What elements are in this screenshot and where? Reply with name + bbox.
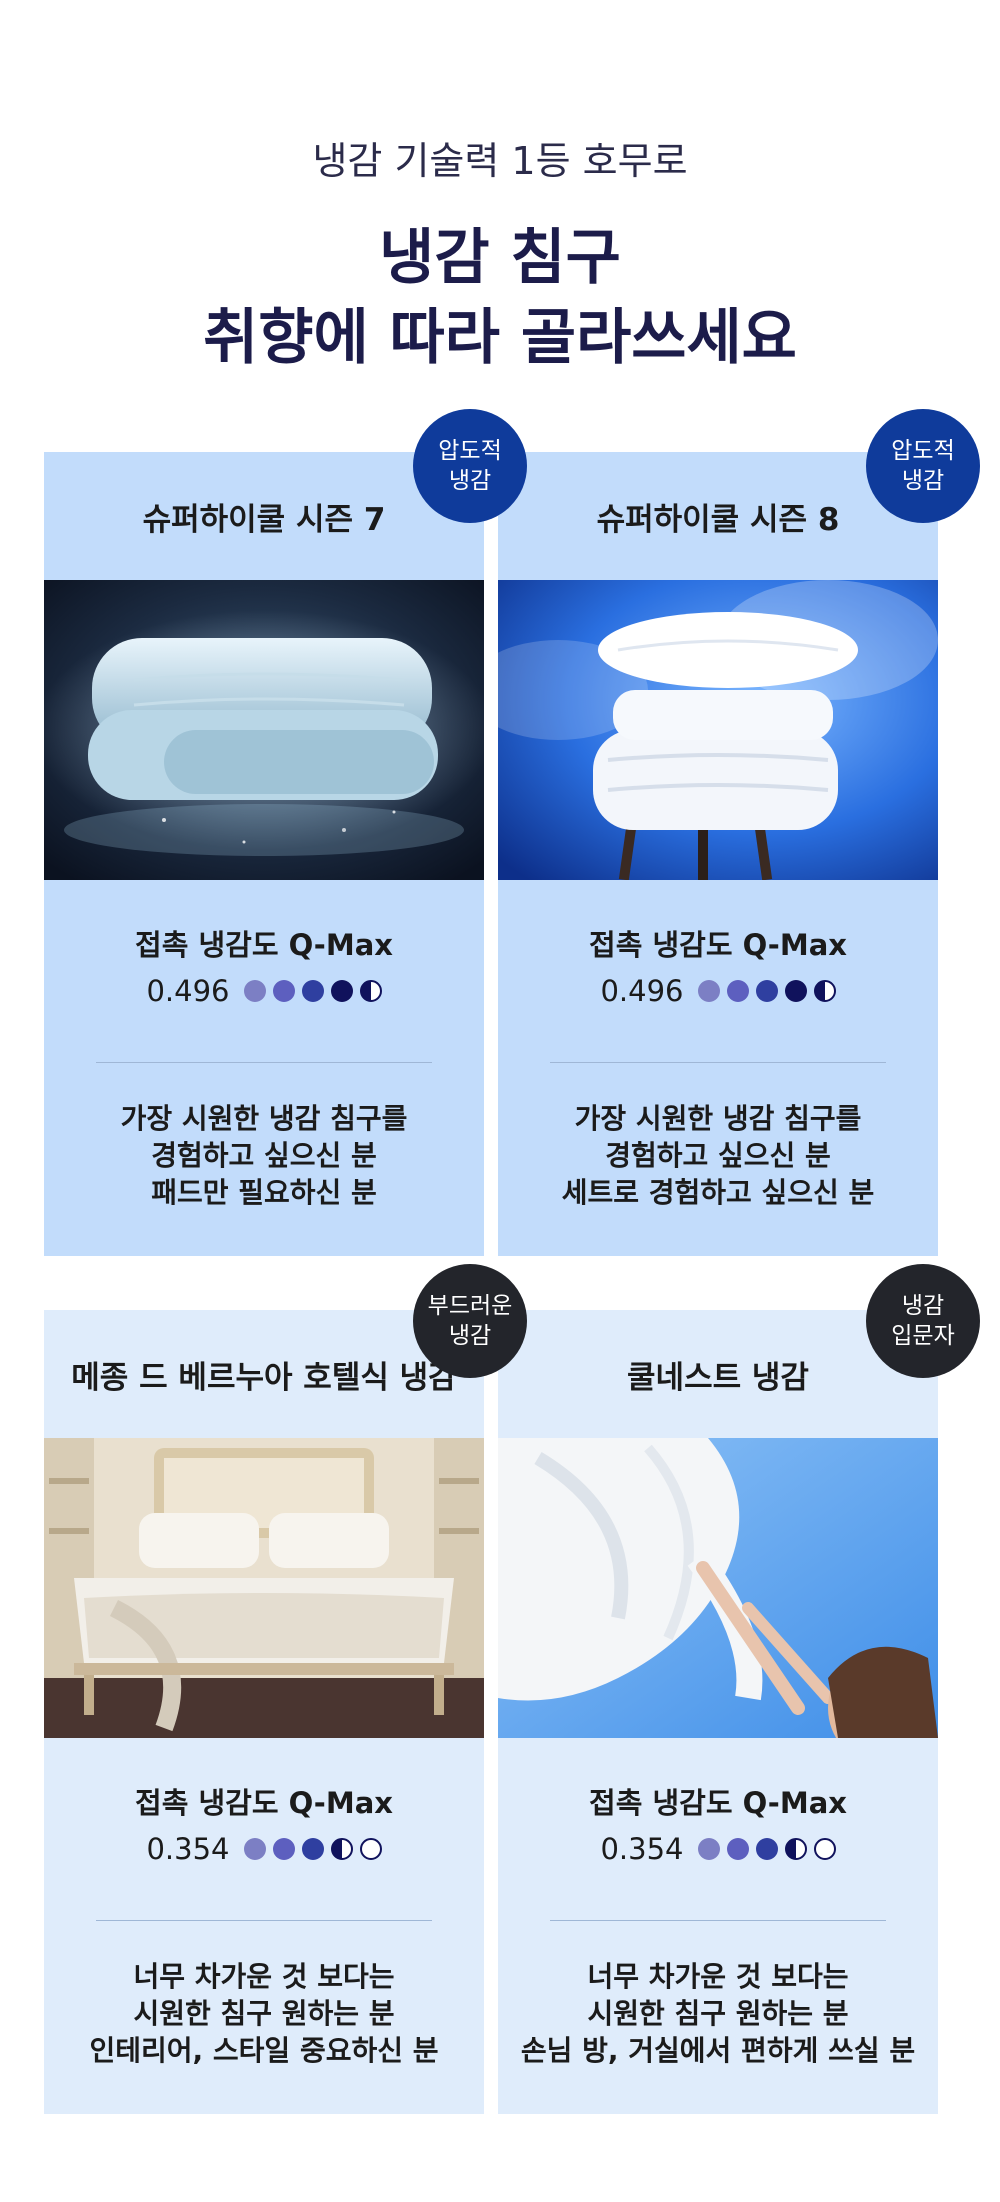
product-description: 가장 시원한 냉감 침구를 경험하고 싶으신 분 세트로 경험하고 싶으신 분: [498, 1100, 938, 1211]
rating-dot: [301, 980, 324, 1002]
qmax-score: 0.496: [498, 974, 938, 1008]
rating-dot: [243, 980, 266, 1002]
product-card-maison-de-vernoa[interactable]: 메종 드 베르누아 호텔식 냉감 접촉 냉감도 Q-Max 0.354 너무 차…: [44, 1310, 484, 2114]
product-card-season-7[interactable]: 슈퍼하이쿨 시즌 7 접촉 냉감도 Q-Max 0.496 가장 시원한 냉감 …: [44, 452, 484, 1256]
rating-dot-empty: [359, 1838, 382, 1860]
qmax-label: 접촉 냉감도 Q-Max: [589, 1786, 847, 1820]
desc-line: 너무 차가운 것 보다는: [587, 1960, 849, 1993]
qmax-score: 0.354: [44, 1832, 484, 1866]
stacked-bedding-illustration: [498, 580, 938, 880]
rating-dot-half: [784, 1838, 807, 1860]
divider: [96, 1062, 432, 1063]
desc-line: 패드만 필요하신 분: [151, 1176, 377, 1209]
rating-dot: [784, 980, 807, 1002]
desc-line: 손님 방, 거실에서 편하게 쓰실 분: [520, 2034, 916, 2067]
qmax-label: 접촉 냉감도 Q-Max: [135, 928, 393, 962]
divider: [550, 1920, 886, 1921]
rating-dot: [243, 1838, 266, 1860]
rating-dot: [330, 980, 353, 1002]
flowing-sheet-illustration: [498, 1438, 938, 1738]
desc-line: 인테리어, 스타일 중요하신 분: [89, 2034, 439, 2067]
badge-line: 냉감: [901, 468, 945, 494]
badge-line: 압도적: [438, 438, 502, 464]
product-image[interactable]: [498, 580, 938, 880]
product-description: 가장 시원한 냉감 침구를 경험하고 싶으신 분 패드만 필요하신 분: [44, 1100, 484, 1211]
badge-overwhelming-cooling: 압도적냉감: [866, 409, 980, 523]
hotel-bedroom-illustration: [44, 1438, 484, 1738]
desc-line: 시원한 침구 원하는 분: [133, 1997, 395, 2030]
rating-dots: [243, 980, 382, 1002]
title-line-2: 취향에 따라 골라쓰세요: [203, 303, 797, 373]
desc-line: 세트로 경험하고 싶으신 분: [561, 1176, 875, 1209]
qmax-value: 0.496: [600, 974, 684, 1008]
desc-line: 경험하고 싶으신 분: [151, 1139, 377, 1172]
rating-dot: [726, 1838, 749, 1860]
rating-dot-half: [330, 1838, 353, 1860]
rating-dot: [272, 1838, 295, 1860]
rating-dot: [272, 980, 295, 1002]
qmax-label: 접촉 냉감도 Q-Max: [589, 928, 847, 962]
desc-line: 시원한 침구 원하는 분: [587, 1997, 849, 2030]
badge-overwhelming-cooling: 압도적냉감: [413, 409, 527, 523]
badge-beginner: 냉감입문자: [866, 1264, 980, 1378]
badge-line: 입문자: [891, 1323, 955, 1349]
rating-dot: [726, 980, 749, 1002]
product-image[interactable]: [44, 1438, 484, 1738]
page-subtitle: 냉감 기술력 1등 호무로: [312, 139, 688, 183]
product-image[interactable]: [498, 1438, 938, 1738]
badge-line: 냉감: [448, 468, 492, 494]
divider: [550, 1062, 886, 1063]
qmax-score: 0.496: [44, 974, 484, 1008]
rating-dot: [755, 1838, 778, 1860]
desc-line: 경험하고 싶으신 분: [605, 1139, 831, 1172]
qmax-value: 0.354: [600, 1832, 684, 1866]
divider: [96, 1920, 432, 1921]
badge-line: 냉감: [901, 1293, 945, 1319]
desc-line: 가장 시원한 냉감 침구를: [574, 1102, 862, 1135]
qmax-value: 0.354: [146, 1832, 230, 1866]
folded-blanket-illustration: [44, 580, 484, 880]
rating-dot-half: [813, 980, 836, 1002]
product-image[interactable]: [44, 580, 484, 880]
product-description: 너무 차가운 것 보다는 시원한 침구 원하는 분 손님 방, 거실에서 편하게…: [498, 1958, 938, 2069]
badge-soft-cooling: 부드러운냉감: [413, 1264, 527, 1378]
badge-line: 부드러운: [427, 1293, 513, 1319]
badge-line: 냉감: [448, 1323, 492, 1349]
rating-dot-empty: [813, 1838, 836, 1860]
rating-dot-half: [359, 980, 382, 1002]
desc-line: 가장 시원한 냉감 침구를: [120, 1102, 408, 1135]
rating-dot: [697, 980, 720, 1002]
rating-dots: [697, 980, 836, 1002]
page-title: 냉감 침구 취향에 따라 골라쓰세요: [0, 218, 1000, 378]
product-card-coolnest[interactable]: 쿨네스트 냉감 접촉 냉감도 Q-Max 0.354 너무 차가운 것 보다는 …: [498, 1310, 938, 2114]
rating-dot: [697, 1838, 720, 1860]
desc-line: 너무 차가운 것 보다는: [133, 1960, 395, 1993]
rating-dots: [697, 1838, 836, 1860]
qmax-score: 0.354: [498, 1832, 938, 1866]
qmax-label: 접촉 냉감도 Q-Max: [135, 1786, 393, 1820]
rating-dot: [755, 980, 778, 1002]
qmax-value: 0.496: [146, 974, 230, 1008]
badge-line: 압도적: [891, 438, 955, 464]
title-line-1: 냉감 침구: [379, 223, 621, 293]
rating-dot: [301, 1838, 324, 1860]
product-description: 너무 차가운 것 보다는 시원한 침구 원하는 분 인테리어, 스타일 중요하신…: [44, 1958, 484, 2069]
rating-dots: [243, 1838, 382, 1860]
product-card-season-8[interactable]: 슈퍼하이쿨 시즌 8 접촉 냉감도 Q-Max 0.496 가장 시원한 냉감 …: [498, 452, 938, 1256]
